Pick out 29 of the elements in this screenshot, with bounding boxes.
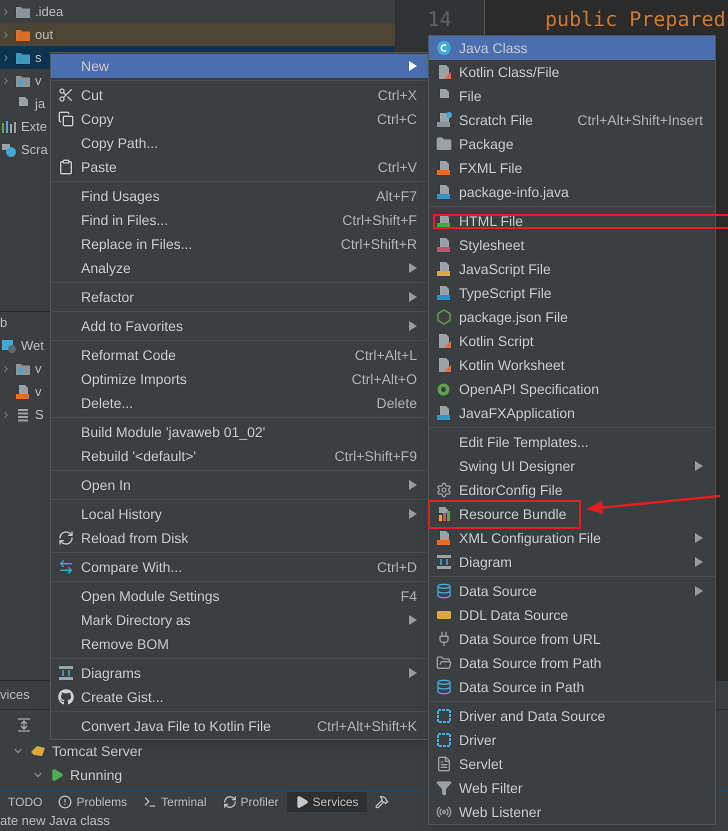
tree-label: Wet: [21, 336, 44, 355]
tree-label: S: [35, 406, 44, 424]
tree-label: v: [35, 382, 42, 401]
tree-label: .idea: [35, 2, 64, 21]
tree-label: ja: [35, 94, 46, 113]
shortcut: Ctrl+X: [378, 86, 417, 104]
panel-title: b: [0, 314, 8, 332]
tree-label: s: [35, 48, 42, 67]
panel-title: vices: [0, 686, 30, 704]
tree-label: Scra: [21, 140, 48, 159]
shortcut: Ctrl+Alt+L: [354, 346, 417, 364]
shortcut: Ctrl+Alt+Shift+Insert: [577, 110, 703, 130]
tree-label: out: [35, 26, 54, 44]
status-text: ate new Java class: [0, 812, 110, 830]
tree-label: Exte: [21, 118, 48, 136]
shortcut: F4: [400, 586, 417, 606]
code-line: public Prepared: [545, 7, 726, 31]
shortcut: Ctrl+Alt+Shift+K: [317, 716, 417, 736]
shortcut: Ctrl+Alt+O: [352, 370, 417, 388]
shortcut: Delete: [376, 394, 417, 412]
shortcut: Ctrl+D: [376, 558, 417, 576]
shortcut: Ctrl+Shift+F: [342, 210, 417, 230]
shortcut: Alt+F7: [376, 186, 417, 206]
shortcut: Ctrl+C: [376, 110, 417, 128]
shortcut: Ctrl+V: [378, 158, 417, 176]
tree-label: v: [35, 360, 42, 378]
tree-label: v: [35, 72, 42, 90]
shortcut: Ctrl+Shift+F9: [334, 446, 417, 466]
shortcut: Ctrl+Shift+R: [340, 234, 417, 254]
